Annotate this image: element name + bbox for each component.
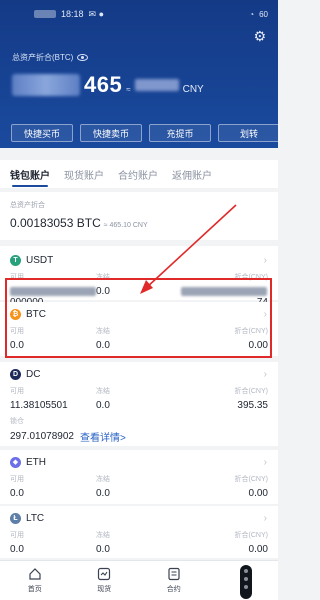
bottom-nav: 首页 现货 合约 bbox=[0, 560, 278, 600]
quick-sell-button[interactable]: 快捷卖币 bbox=[80, 124, 142, 142]
settings-gear-icon[interactable]: ⚙ bbox=[253, 28, 266, 45]
coin-name: DC bbox=[26, 368, 41, 380]
quick-actions: 快捷买币 快捷卖币 充提币 划转 bbox=[11, 124, 280, 142]
coin-name: LTC bbox=[26, 512, 45, 524]
view-details-link[interactable]: 查看详情> bbox=[80, 429, 126, 444]
status-bar: 18:18 ✉ ● ◔ 60 bbox=[0, 0, 278, 28]
wifi-icon: ◔ bbox=[249, 9, 255, 19]
redacted-amount bbox=[12, 74, 80, 96]
converted-value: 0.00 bbox=[248, 544, 268, 555]
frozen-label: 冻结 bbox=[96, 388, 110, 395]
summary-cny: ≈ 465.10 CNY bbox=[103, 222, 148, 229]
converted-label: 折合(CNY) bbox=[234, 476, 268, 483]
tab-rebate[interactable]: 返佣账户 bbox=[172, 160, 212, 188]
chevron-right-icon: › bbox=[263, 512, 267, 524]
litecoin-icon: Ł bbox=[10, 512, 21, 524]
frozen-label: 冻结 bbox=[96, 476, 110, 483]
total-assets-label: 总资产折合(BTC) bbox=[12, 52, 89, 63]
coin-card-ltc[interactable]: Ł LTC › 可用 冻结 折合(CNY) 0.0 0.0 0.00 bbox=[0, 506, 278, 558]
transfer-button[interactable]: 划转 bbox=[218, 124, 280, 142]
converted-label: 折合(CNY) bbox=[234, 274, 268, 281]
frozen-value: 0.0 bbox=[96, 400, 110, 411]
account-tabs: 钱包账户 现货账户 合约账户 返佣账户 bbox=[0, 160, 278, 188]
currency-label: CNY bbox=[182, 84, 204, 95]
redacted-value bbox=[181, 286, 267, 296]
spot-icon bbox=[98, 567, 111, 581]
coin-card-usdt[interactable]: T USDT › 可用 冻结 折合(CNY) 000000 0.0 74 bbox=[0, 246, 278, 308]
futures-icon bbox=[168, 567, 180, 581]
notification-icon: ✉ ● bbox=[88, 8, 105, 19]
quick-buy-button[interactable]: 快捷买币 bbox=[11, 124, 73, 142]
battery-level: 60 bbox=[259, 9, 268, 19]
approx-symbol: ≈ bbox=[126, 85, 131, 94]
deposit-withdraw-button[interactable]: 充提币 bbox=[149, 124, 211, 142]
frozen-value: 0.0 bbox=[96, 340, 110, 351]
available-label: 可用 bbox=[10, 388, 24, 395]
total-assets-amount: 465 ≈ CNY bbox=[12, 72, 204, 98]
status-time: 18:18 bbox=[61, 9, 84, 19]
coin-card-dc[interactable]: D DC › 可用 冻结 折合(CNY) 11.38105501 0.0 395… bbox=[0, 362, 278, 446]
frozen-label: 冻结 bbox=[96, 532, 110, 539]
account-header: 18:18 ✉ ● ◔ 60 ⚙ 总资产折合(BTC) 465 ≈ CNY 快捷… bbox=[0, 0, 280, 148]
coin-name: ETH bbox=[26, 456, 46, 468]
locked-label: 锁仓 bbox=[10, 418, 24, 425]
locked-value: 297.01078902 bbox=[10, 431, 74, 442]
nav-futures[interactable]: 合约 bbox=[139, 561, 209, 600]
ethereum-icon: ◆ bbox=[10, 456, 21, 468]
frozen-label: 冻结 bbox=[96, 274, 110, 281]
chevron-right-icon: › bbox=[263, 308, 267, 320]
tab-futures[interactable]: 合约账户 bbox=[118, 160, 158, 188]
available-value: 0.0 bbox=[10, 488, 24, 499]
converted-label: 折合(CNY) bbox=[234, 532, 268, 539]
available-label: 可用 bbox=[10, 476, 24, 483]
available-value: 11.38105501 bbox=[10, 400, 68, 411]
summary-label: 总资产折合 bbox=[10, 202, 45, 209]
signal-icon bbox=[34, 10, 56, 18]
nav-futures-label: 合约 bbox=[166, 586, 181, 593]
available-label: 可用 bbox=[10, 274, 24, 281]
coin-card-btc[interactable]: ₿ BTC › 可用 冻结 折合(CNY) 0.0 0.0 0.00 bbox=[0, 302, 278, 356]
chevron-right-icon: › bbox=[263, 456, 267, 468]
converted-label: 折合(CNY) bbox=[234, 328, 268, 335]
nav-home-label: 首页 bbox=[27, 586, 42, 593]
chevron-right-icon: › bbox=[263, 368, 267, 380]
frozen-value: 0.0 bbox=[96, 544, 110, 555]
converted-value: 0.00 bbox=[248, 340, 268, 351]
converted-label: 折合(CNY) bbox=[234, 388, 268, 395]
redacted-value bbox=[10, 286, 96, 296]
available-label: 可用 bbox=[10, 532, 24, 539]
nav-spot[interactable]: 现货 bbox=[70, 561, 140, 600]
tab-wallet[interactable]: 钱包账户 bbox=[10, 160, 50, 188]
frozen-label: 冻结 bbox=[96, 328, 110, 335]
nav-home[interactable]: 首页 bbox=[0, 561, 70, 600]
tab-spot[interactable]: 现货账户 bbox=[64, 160, 104, 188]
wallet-summary: 总资产折合 0.00183053 BTC ≈ 465.10 CNY bbox=[0, 192, 278, 240]
assets-label-text: 总资产折合(BTC) bbox=[12, 53, 74, 62]
dc-icon: D bbox=[10, 368, 21, 380]
coin-card-eth[interactable]: ◆ ETH › 可用 冻结 折合(CNY) 0.0 0.0 0.00 bbox=[0, 450, 278, 504]
converted-value: 395.35 bbox=[237, 400, 268, 411]
eye-icon[interactable] bbox=[77, 54, 89, 61]
bitcoin-icon: ₿ bbox=[10, 308, 21, 320]
summary-btc: 0.00183053 BTC bbox=[10, 216, 101, 230]
available-value: 0.0 bbox=[10, 340, 24, 351]
frozen-value: 0.0 bbox=[96, 488, 110, 499]
chevron-right-icon: › bbox=[263, 254, 267, 266]
floating-menu-handle[interactable] bbox=[240, 565, 252, 599]
coin-name: BTC bbox=[26, 308, 46, 320]
nav-spot-label: 现货 bbox=[97, 586, 112, 593]
available-value: 0.0 bbox=[10, 544, 24, 555]
converted-value: 0.00 bbox=[248, 488, 268, 499]
available-label: 可用 bbox=[10, 328, 24, 335]
home-icon bbox=[29, 568, 41, 580]
redacted-cny bbox=[134, 79, 179, 91]
usdt-icon: T bbox=[10, 254, 21, 266]
amount-digits: 465 bbox=[84, 72, 123, 97]
coin-name: USDT bbox=[26, 254, 54, 266]
